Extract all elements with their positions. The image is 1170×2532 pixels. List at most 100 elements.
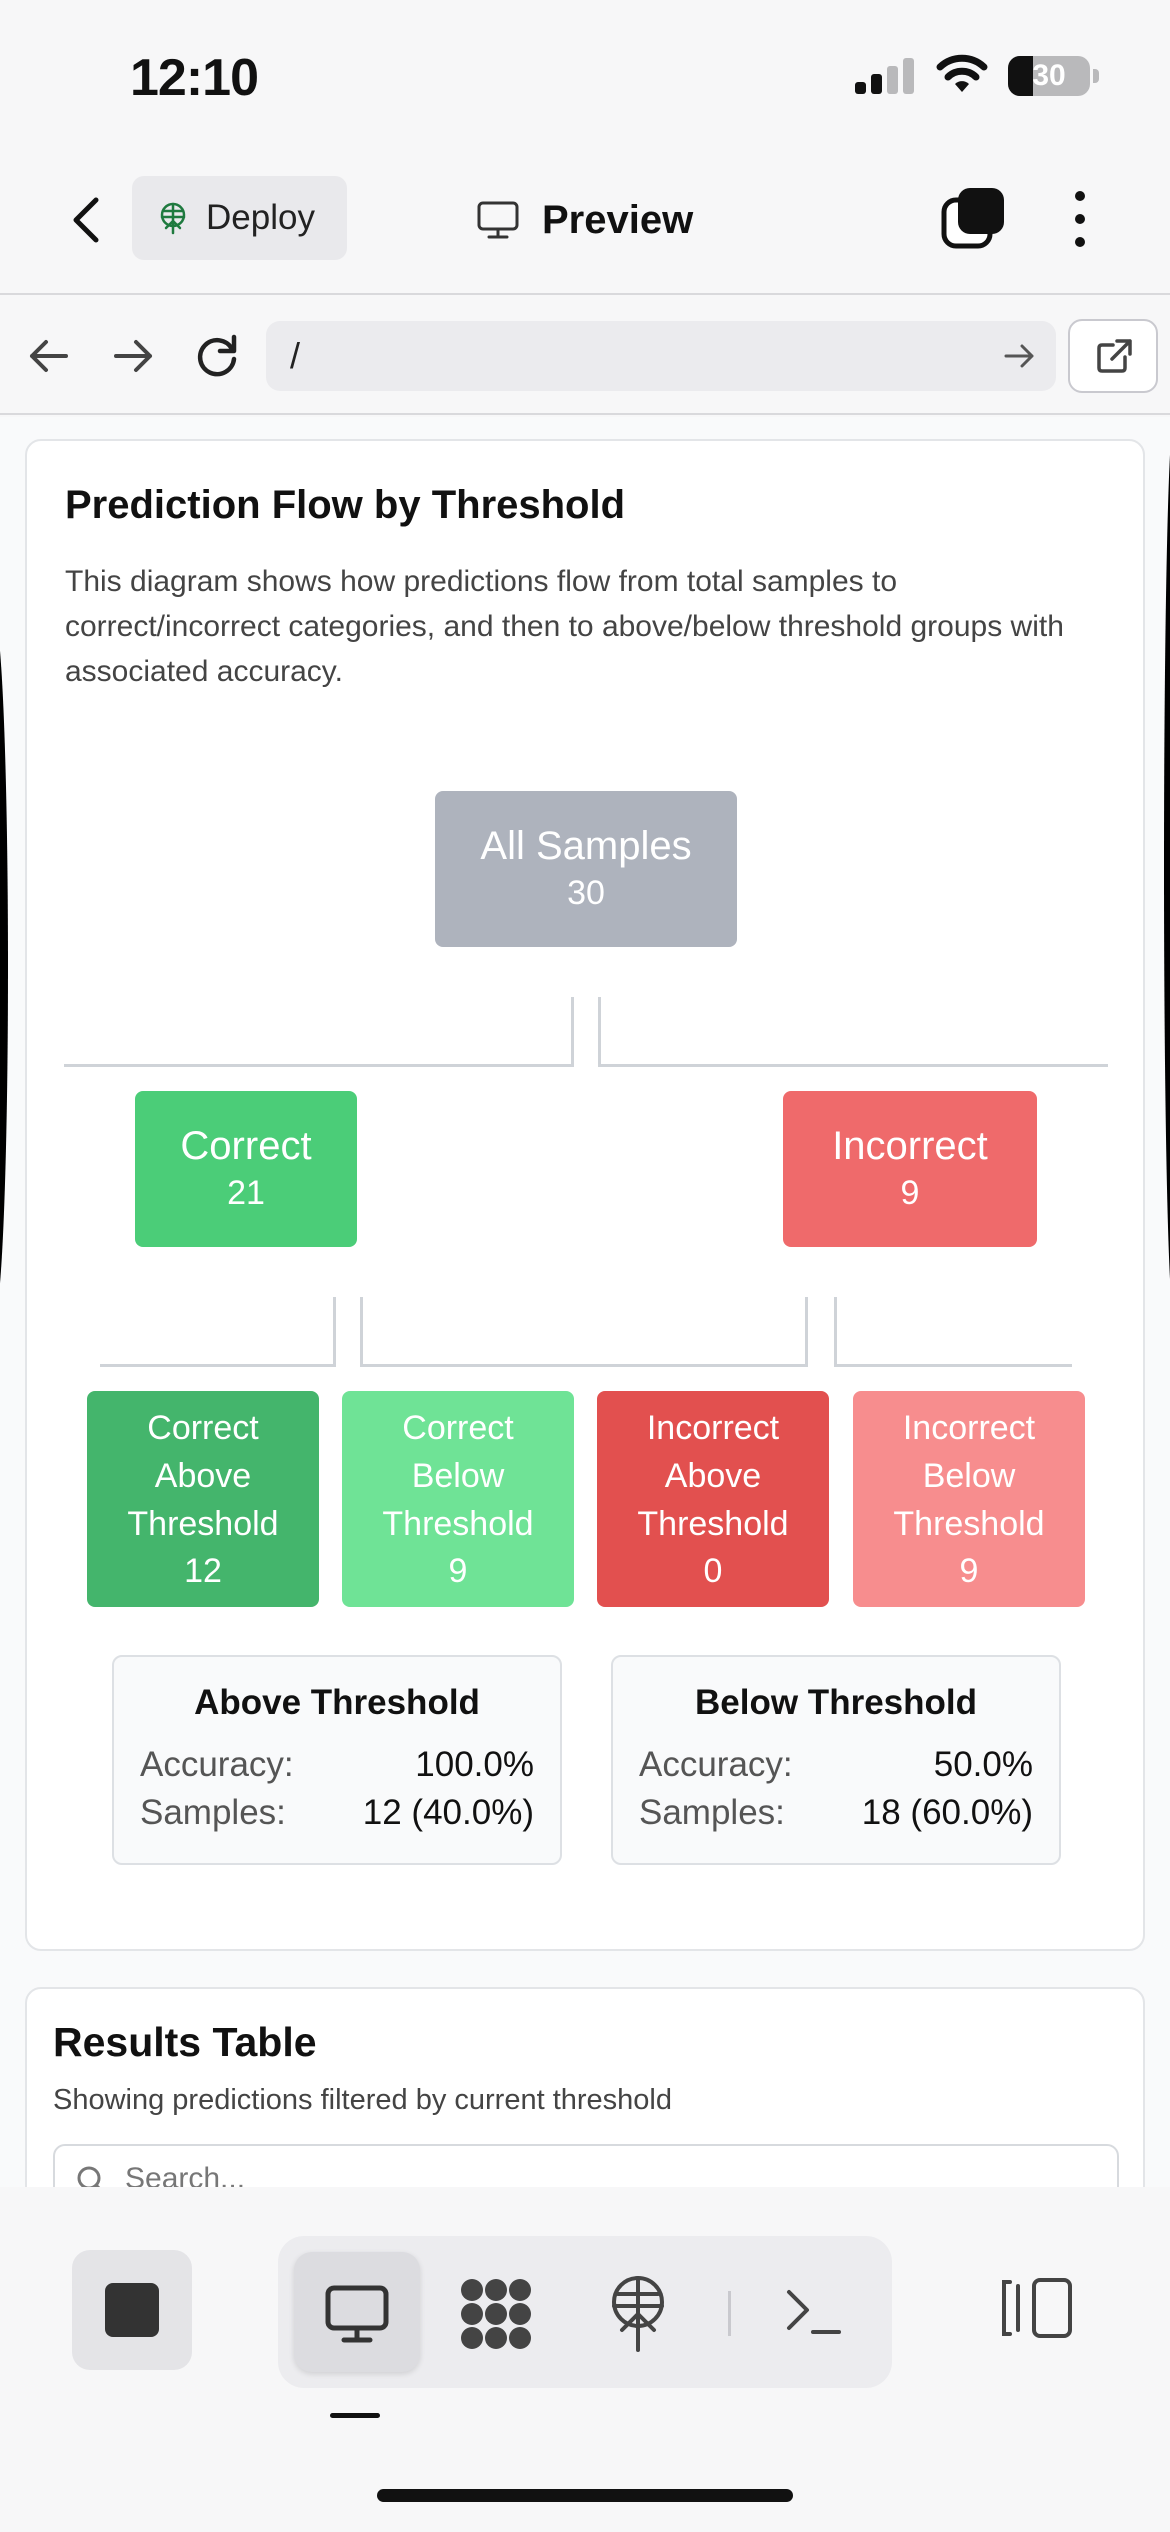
node-count: 0 <box>703 1552 723 1590</box>
deploy-icon[interactable] <box>608 2274 668 2354</box>
arrow-left-icon[interactable] <box>22 329 76 383</box>
terminal-icon[interactable] <box>783 2284 843 2340</box>
external-link-icon <box>1097 339 1132 373</box>
open-external-button[interactable] <box>1068 319 1158 393</box>
connector <box>64 1064 574 1067</box>
node-label-line: Below <box>411 1457 505 1495</box>
panel-icon[interactable] <box>1000 2276 1074 2340</box>
node-label: Correct <box>180 1124 312 1168</box>
results-table-card: Results Table Showing predictions filter… <box>25 1987 1145 2187</box>
stat-value: 100.0% <box>415 1745 534 1784</box>
node-correct: Correct 21 <box>135 1091 357 1247</box>
node-incorrect: Incorrect 9 <box>783 1091 1037 1247</box>
connector <box>598 997 601 1067</box>
connector <box>834 1364 1072 1367</box>
node-label-line: Incorrect <box>646 1409 780 1447</box>
node-label-line: Above <box>154 1457 252 1495</box>
stat-value: 12 (40.0%) <box>362 1793 534 1832</box>
bottom-toolbar <box>0 2188 1170 2532</box>
preview-tab-button[interactable] <box>294 2252 420 2372</box>
signal-icon <box>855 58 915 94</box>
monitor-icon <box>325 2285 389 2343</box>
stat-accuracy-row: Accuracy: 50.0% <box>639 1745 1033 1785</box>
stat-key: Samples: <box>639 1793 785 1832</box>
node-count: 9 <box>900 1174 920 1212</box>
page-content[interactable]: Prediction Flow by Threshold This diagra… <box>0 417 1170 2187</box>
app-header: Deploy Preview <box>0 150 1170 295</box>
preview-label: Preview <box>542 197 694 242</box>
device-edge <box>0 617 8 1317</box>
preview-title[interactable]: Preview <box>476 190 693 250</box>
stop-button[interactable] <box>72 2250 192 2370</box>
active-tab-indicator <box>330 2413 380 2418</box>
deploy-label: Deploy <box>206 198 315 237</box>
stop-icon <box>105 2283 159 2337</box>
url-text: / <box>290 335 301 376</box>
stat-key: Samples: <box>140 1793 286 1832</box>
arrow-right-icon[interactable] <box>106 329 160 383</box>
node-label-line: Threshold <box>637 1505 789 1543</box>
deploy-button[interactable]: Deploy <box>132 176 347 260</box>
wifi-icon <box>936 54 988 92</box>
node-label-line: Correct <box>147 1409 259 1447</box>
node-all-samples: All Samples 30 <box>435 791 737 947</box>
node-count: 12 <box>184 1552 222 1590</box>
node-label: All Samples <box>480 824 692 868</box>
toolbar-divider <box>728 2291 731 2336</box>
connector <box>571 997 574 1067</box>
node-incorrect-above: Incorrect Above Threshold 0 <box>597 1391 829 1607</box>
reload-icon[interactable] <box>190 329 244 383</box>
stat-title: Below Threshold <box>695 1683 977 1722</box>
stat-samples-row: Samples: 18 (60.0%) <box>639 1793 1033 1833</box>
node-label: Incorrect <box>832 1124 988 1168</box>
node-count: 21 <box>227 1174 265 1212</box>
node-count: 9 <box>959 1552 979 1590</box>
device-edge <box>1164 417 1170 1317</box>
results-subtitle: Showing predictions filtered by current … <box>53 2084 672 2116</box>
battery-icon: 30 <box>1008 56 1090 96</box>
battery-level: 30 <box>1032 59 1066 92</box>
node-label-line: Incorrect <box>902 1409 1036 1447</box>
node-label-line: Above <box>664 1457 762 1495</box>
connector <box>598 1064 1108 1067</box>
tabs-icon[interactable] <box>940 186 1006 252</box>
apps-icon[interactable] <box>458 2276 534 2352</box>
node-label-line: Correct <box>402 1409 514 1447</box>
card-description: This diagram shows how predictions flow … <box>65 565 1064 688</box>
deploy-icon <box>160 202 186 235</box>
stat-value: 50.0% <box>933 1745 1033 1784</box>
stat-key: Accuracy: <box>140 1745 294 1784</box>
view-switcher <box>278 2236 892 2388</box>
status-bar: 12:10 30 <box>0 0 1170 150</box>
back-icon[interactable] <box>62 190 112 250</box>
stat-key: Accuracy: <box>639 1745 793 1784</box>
clock: 12:10 <box>130 49 259 107</box>
connector <box>333 1297 336 1367</box>
url-input[interactable]: / <box>266 321 1056 391</box>
battery-tip <box>1093 69 1099 83</box>
prediction-flow-card: Prediction Flow by Threshold This diagra… <box>25 439 1145 1951</box>
connector <box>360 1364 808 1367</box>
connector <box>100 1364 336 1367</box>
connector <box>805 1297 808 1367</box>
node-incorrect-below: Incorrect Below Threshold 9 <box>853 1391 1085 1607</box>
results-title: Results Table <box>53 2019 317 2065</box>
card-title: Prediction Flow by Threshold <box>65 483 626 527</box>
connector <box>360 1297 363 1367</box>
stat-title: Above Threshold <box>194 1683 480 1722</box>
go-arrow-icon[interactable] <box>1000 337 1038 375</box>
node-label-line: Threshold <box>893 1505 1045 1543</box>
search-input[interactable]: Search... <box>53 2144 1119 2187</box>
more-icon[interactable] <box>1060 186 1100 252</box>
node-count: 9 <box>448 1552 468 1590</box>
connector <box>834 1297 837 1367</box>
node-label-line: Threshold <box>127 1505 279 1543</box>
node-label-line: Below <box>922 1457 1016 1495</box>
node-label-line: Threshold <box>382 1505 534 1543</box>
node-count: 30 <box>567 874 605 912</box>
home-indicator <box>377 2489 793 2502</box>
url-bar: / <box>0 297 1170 415</box>
monitor-icon <box>477 201 519 239</box>
node-correct-below: Correct Below Threshold 9 <box>342 1391 574 1607</box>
search-icon <box>77 2166 101 2187</box>
